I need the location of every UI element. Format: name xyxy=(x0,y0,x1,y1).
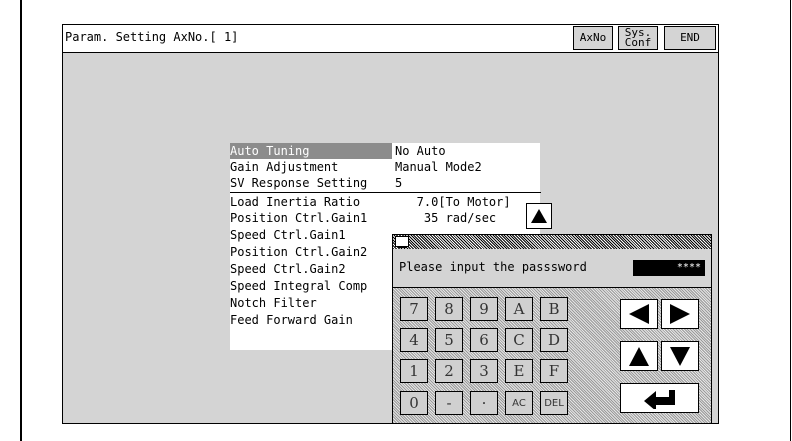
key-9[interactable]: 9 xyxy=(470,297,498,321)
param-name[interactable]: SV Response Setting xyxy=(230,175,367,191)
password-prompt: Please input the passsword **** xyxy=(393,249,711,288)
key-c[interactable]: C xyxy=(505,328,533,352)
divider xyxy=(230,192,541,193)
keypad-body: 7 8 9 A B 4 5 6 C D 1 2 3 E F 0 - · AC D… xyxy=(393,288,711,423)
up-arrow-button[interactable] xyxy=(620,341,658,371)
key-a[interactable]: A xyxy=(505,297,533,321)
param-name[interactable]: Position Ctrl.Gain2 xyxy=(230,244,367,260)
page-title: Param. Setting AxNo.[ 1] xyxy=(65,30,239,44)
arrow-up-icon xyxy=(629,347,649,366)
param-name[interactable]: Speed Integral Comp xyxy=(230,278,367,294)
key-ac[interactable]: AC xyxy=(505,391,533,415)
param-name[interactable]: Notch Filter xyxy=(230,295,317,311)
param-name[interactable]: Position Ctrl.Gain1 xyxy=(230,210,367,226)
right-arrow-button[interactable] xyxy=(661,299,699,329)
param-value: 5 xyxy=(395,176,403,190)
enter-button[interactable] xyxy=(620,383,699,413)
key-decimal-point[interactable]: · xyxy=(470,391,498,415)
key-2[interactable]: 2 xyxy=(435,359,463,383)
scroll-up-button[interactable] xyxy=(526,203,552,229)
param-name[interactable]: Speed Ctrl.Gain2 xyxy=(230,261,346,277)
down-arrow-button[interactable] xyxy=(661,341,699,371)
title-bar: Param. Setting AxNo.[ 1] AxNo Sys. Conf … xyxy=(63,25,718,53)
close-button[interactable] xyxy=(395,236,409,248)
param-name[interactable]: Feed Forward Gain xyxy=(230,312,353,328)
key-0[interactable]: 0 xyxy=(400,391,428,415)
triangle-up-icon xyxy=(531,209,547,223)
arrow-left-icon xyxy=(629,304,649,324)
axno-button[interactable]: AxNo xyxy=(573,26,613,50)
password-field[interactable]: **** xyxy=(633,260,705,276)
param-name[interactable]: Gain Adjustment xyxy=(230,159,338,175)
password-keypad-dialog: Please input the passsword **** 7 8 9 A … xyxy=(392,234,712,424)
enter-icon xyxy=(643,390,675,409)
param-value: Manual Mode2 xyxy=(395,160,482,174)
end-button-label: END xyxy=(680,31,700,44)
sys-conf-button[interactable]: Sys. Conf xyxy=(618,26,658,50)
key-d[interactable]: D xyxy=(540,328,568,352)
prompt-text: Please input the passsword xyxy=(399,260,587,274)
sys-conf-label-2: Conf xyxy=(624,36,652,49)
key-del[interactable]: DEL xyxy=(540,391,568,415)
keypad-title-bar xyxy=(393,235,711,249)
hmi-screen: Param. Setting AxNo.[ 1] AxNo Sys. Conf … xyxy=(62,24,719,424)
key-4[interactable]: 4 xyxy=(400,328,428,352)
key-3[interactable]: 3 xyxy=(470,359,498,383)
param-value: No Auto xyxy=(395,144,446,158)
axno-button-label: AxNo xyxy=(579,31,607,44)
param-name[interactable]: Load Inertia Ratio xyxy=(230,194,360,210)
left-arrow-button[interactable] xyxy=(620,299,658,329)
arrow-right-icon xyxy=(670,304,690,324)
arrow-down-icon xyxy=(670,347,690,366)
param-value: 35 rad/sec xyxy=(395,211,497,225)
key-f[interactable]: F xyxy=(540,359,568,383)
param-name-auto-tuning[interactable]: Auto Tuning xyxy=(230,143,392,159)
key-e[interactable]: E xyxy=(505,359,533,383)
key-b[interactable]: B xyxy=(540,297,568,321)
key-1[interactable]: 1 xyxy=(400,359,428,383)
key-6[interactable]: 6 xyxy=(470,328,498,352)
param-value: 7.0[To Motor] xyxy=(395,195,511,209)
key-minus[interactable]: - xyxy=(435,391,463,415)
key-5[interactable]: 5 xyxy=(435,328,463,352)
key-7[interactable]: 7 xyxy=(400,297,428,321)
param-name[interactable]: Speed Ctrl.Gain1 xyxy=(230,227,346,243)
key-8[interactable]: 8 xyxy=(435,297,463,321)
end-button[interactable]: END xyxy=(664,26,716,50)
